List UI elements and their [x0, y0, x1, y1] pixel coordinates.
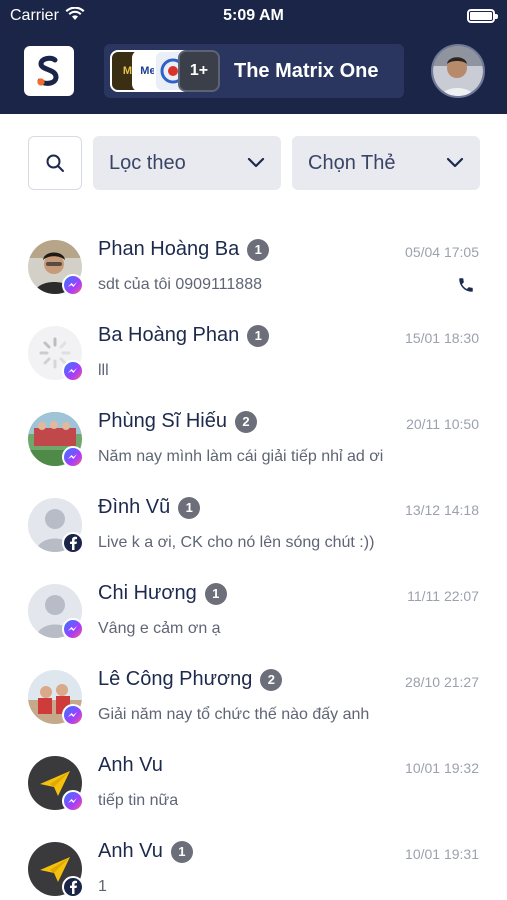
channel-name: The Matrix One	[234, 59, 379, 82]
messenger-icon	[62, 274, 84, 296]
search-icon	[46, 154, 64, 172]
conversation-item[interactable]: Anh Vu 10/01 19:32 tiếp tin nữa	[0, 740, 507, 826]
message-time: 05/04 17:05	[405, 244, 479, 260]
filter-row: Lọc theo Chọn Thẻ	[0, 136, 507, 190]
conversation-item[interactable]: Anh Vu 1 10/01 19:31 1	[0, 826, 507, 900]
contact-name: Đình Vũ	[98, 496, 171, 518]
name-row: Lê Công Phương 2	[98, 668, 283, 691]
unread-count-badge: 2	[234, 410, 257, 433]
tag-label: Chọn Thẻ	[308, 151, 396, 174]
more-pages-count: 1+	[178, 50, 220, 92]
message-time: 13/12 14:18	[405, 502, 479, 518]
message-time: 11/11 22:07	[407, 588, 479, 604]
chevron-down-icon	[247, 157, 265, 168]
name-row: Phùng Sĩ Hiếu 2	[98, 410, 257, 433]
chevron-down-icon	[446, 157, 464, 168]
user-avatar[interactable]	[431, 44, 485, 98]
messenger-icon	[62, 446, 84, 468]
unread-count-badge: 1	[170, 840, 193, 863]
contact-avatar	[28, 670, 84, 726]
search-button[interactable]	[28, 136, 82, 190]
unread-count-badge: 1	[178, 496, 201, 519]
wifi-icon	[65, 6, 85, 26]
last-message: 1	[98, 878, 107, 895]
messenger-icon	[62, 360, 84, 382]
name-row: Đình Vũ 1	[98, 496, 201, 519]
app-logo[interactable]	[24, 46, 74, 96]
filter-dropdown[interactable]: Lọc theo	[93, 136, 281, 190]
carrier-group: Carrier	[10, 6, 85, 26]
message-time: 10/01 19:32	[405, 760, 479, 776]
facebook-icon	[62, 532, 84, 554]
facebook-icon	[62, 876, 84, 898]
filter-label: Lọc theo	[109, 151, 186, 174]
last-message: Live k a ơi, CK cho nó lên sóng chút :))	[98, 534, 375, 551]
contact-avatar	[28, 412, 84, 468]
contact-name: Anh Vu	[98, 840, 163, 862]
status-bar: Carrier 5:09 AM	[0, 0, 507, 32]
unread-count-badge: 1	[247, 324, 270, 347]
conversation-item[interactable]: Phùng Sĩ Hiếu 2 20/11 10:50 Năm nay mình…	[0, 396, 507, 482]
contact-name: Phan Hoàng Ba	[98, 238, 240, 260]
name-row: Phan Hoàng Ba 1	[98, 238, 270, 261]
last-message: Giải năm nay tổ chức thế nào đấy anh	[98, 706, 370, 723]
name-row: Ba Hoàng Phan 1	[98, 324, 270, 347]
message-time: 10/01 19:31	[405, 846, 479, 862]
unread-count-badge: 1	[204, 582, 227, 605]
channel-selector[interactable]: MI Mes 1+ The Matrix One	[104, 44, 404, 98]
message-time: 28/10 21:27	[405, 674, 479, 690]
unread-count-badge: 2	[260, 668, 283, 691]
contact-name: Chi Hương	[98, 582, 197, 604]
conversation-item[interactable]: Ba Hoàng Phan 1 15/01 18:30 lll	[0, 310, 507, 396]
tag-dropdown[interactable]: Chọn Thẻ	[292, 136, 480, 190]
contact-avatar	[28, 240, 84, 296]
last-message: tiếp tin nữa	[98, 792, 179, 809]
page-thumbnails: MI Mes 1+	[110, 50, 226, 92]
messenger-icon	[62, 618, 84, 640]
unread-count-badge: 1	[247, 238, 270, 261]
message-time: 20/11 10:50	[406, 416, 479, 432]
contact-name: Anh Vu	[98, 754, 163, 776]
logo-mark-icon	[37, 55, 59, 86]
contact-name: Phùng Sĩ Hiếu	[98, 410, 227, 432]
contact-name: Ba Hoàng Phan	[98, 324, 240, 346]
app-header: MI Mes 1+ The Matrix One	[0, 32, 507, 114]
last-message: Năm nay mình làm cái giải tiếp nhỉ ad ơi	[98, 448, 384, 465]
name-row: Anh Vu	[98, 754, 163, 777]
conversation-item[interactable]: Phan Hoàng Ba 1 05/04 17:05 sdt của tôi …	[0, 224, 507, 310]
contact-avatar	[28, 842, 84, 898]
phone-icon[interactable]	[457, 276, 475, 299]
contact-avatar	[28, 326, 84, 382]
battery-icon	[467, 9, 498, 23]
last-message: lll	[98, 362, 109, 379]
contact-avatar	[28, 498, 84, 554]
conversation-item[interactable]: Chi Hương 1 11/11 22:07 Vâng e cảm ơn ạ	[0, 568, 507, 654]
conversation-item[interactable]: Đình Vũ 1 13/12 14:18 Live k a ơi, CK ch…	[0, 482, 507, 568]
conversation-item[interactable]: Lê Công Phương 2 28/10 21:27 Giải năm na…	[0, 654, 507, 740]
carrier-label: Carrier	[10, 7, 59, 24]
contact-name: Lê Công Phương	[98, 668, 253, 690]
contact-avatar	[28, 584, 84, 640]
name-row: Chi Hương 1	[98, 582, 227, 605]
messenger-icon	[62, 704, 84, 726]
contact-avatar	[28, 756, 84, 812]
last-message: Vâng e cảm ơn ạ	[98, 620, 221, 637]
message-time: 15/01 18:30	[405, 330, 479, 346]
name-row: Anh Vu 1	[98, 840, 193, 863]
messenger-icon	[62, 790, 84, 812]
last-message: sdt của tôi 0909111888	[98, 276, 262, 293]
